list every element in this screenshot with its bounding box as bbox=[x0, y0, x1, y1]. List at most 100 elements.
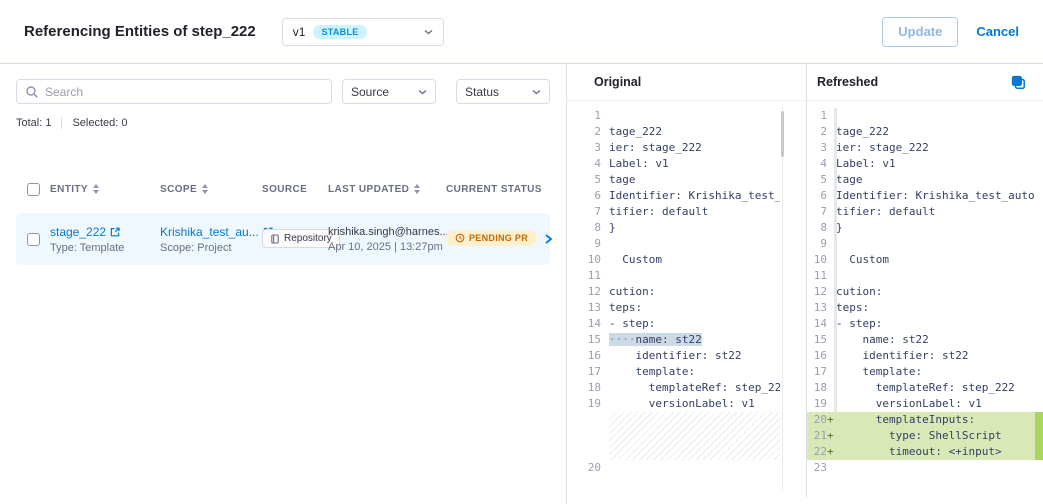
code-line: 1 bbox=[807, 108, 1035, 124]
column-scope[interactable]: SCOPE bbox=[160, 184, 262, 195]
scrollbar-thumb[interactable] bbox=[781, 111, 784, 157]
original-pane-title: Original bbox=[594, 75, 641, 89]
code-line: 2tage_222 bbox=[567, 124, 780, 140]
repository-icon bbox=[270, 234, 280, 244]
line-number: 15 bbox=[567, 332, 601, 348]
line-number: 21 bbox=[807, 428, 827, 444]
diff-plus-marker bbox=[601, 236, 609, 252]
diff-plus-marker bbox=[601, 364, 609, 380]
source-filter-dropdown[interactable]: Source bbox=[342, 79, 436, 104]
code-text: Custom bbox=[609, 252, 780, 268]
code-text: templateRef: step_222 bbox=[609, 380, 780, 396]
status-filter-dropdown[interactable]: Status bbox=[456, 79, 550, 104]
code-line: 7tifier: default bbox=[807, 204, 1035, 220]
line-number: 20 bbox=[567, 460, 601, 476]
code-line: 20 bbox=[567, 460, 780, 476]
code-text: teps: bbox=[836, 300, 1035, 316]
header-actions: Update Cancel bbox=[882, 17, 1019, 47]
code-line: 8} bbox=[807, 220, 1035, 236]
row-checkbox[interactable] bbox=[27, 233, 40, 246]
external-link-icon[interactable] bbox=[110, 227, 120, 237]
code-text: templateInputs: bbox=[836, 412, 1035, 428]
refreshed-code-editor[interactable]: 12tage_2223ier: stage_2224Label: v15tage… bbox=[807, 101, 1043, 497]
search-box[interactable] bbox=[16, 79, 332, 104]
search-input[interactable] bbox=[45, 85, 323, 99]
table-header: ENTITY SCOPE SOURCE LAST UPDATED CURRENT… bbox=[16, 181, 550, 197]
diff-plus-marker bbox=[601, 124, 609, 140]
diff-plus-marker bbox=[601, 300, 609, 316]
diff-refreshed-pane: Refreshed 12tage_2223ier: stage_2224Labe… bbox=[807, 64, 1043, 497]
update-button[interactable]: Update bbox=[882, 17, 958, 47]
column-entity[interactable]: ENTITY bbox=[50, 184, 160, 195]
page-title: Referencing Entities of step_222 bbox=[24, 23, 256, 40]
line-number: 9 bbox=[567, 236, 601, 252]
code-text: name: st22 bbox=[836, 332, 1035, 348]
diff-added-marker bbox=[1035, 412, 1043, 460]
original-pane-header: Original bbox=[567, 64, 806, 101]
code-text: tifier: default bbox=[836, 204, 1035, 220]
original-code-editor[interactable]: 12tage_2223ier: stage_2224Label: v15tage… bbox=[567, 101, 806, 497]
code-line: 19 versionLabel: v1 bbox=[567, 396, 780, 412]
yaml-diff-view: Original 12tage_2223ier: stage_2224Label… bbox=[566, 64, 1043, 504]
version-value: v1 bbox=[293, 25, 306, 39]
diff-plus-marker bbox=[601, 172, 609, 188]
code-line: 6Identifier: Krishika_test_auto bbox=[807, 188, 1035, 204]
line-number: 19 bbox=[807, 396, 827, 412]
copy-button[interactable] bbox=[1011, 75, 1026, 90]
code-line: 23 bbox=[807, 460, 1035, 476]
cancel-button[interactable]: Cancel bbox=[976, 24, 1019, 39]
diff-plus-marker bbox=[601, 284, 609, 300]
line-number: 13 bbox=[807, 300, 827, 316]
copy-icon bbox=[1011, 75, 1026, 90]
entity-link[interactable]: stage_222 bbox=[50, 225, 106, 239]
entity-cell: stage_222 Type: Template bbox=[50, 225, 160, 254]
header: Referencing Entities of step_222 v1 STAB… bbox=[0, 0, 1043, 64]
last-updated-cell: krishika.singh@harnes... Apr 10, 2025 | … bbox=[328, 226, 446, 253]
code-text: Label: v1 bbox=[609, 156, 780, 172]
line-number: 1 bbox=[807, 108, 827, 124]
code-line: 5tage bbox=[567, 172, 780, 188]
code-line: 1 bbox=[567, 108, 780, 124]
line-number: 2 bbox=[807, 124, 827, 140]
code-line: 9 bbox=[567, 236, 780, 252]
line-number: 12 bbox=[807, 284, 827, 300]
code-text bbox=[836, 108, 1035, 124]
code-text: tage bbox=[609, 172, 780, 188]
diff-plus-marker bbox=[601, 332, 609, 348]
diff-plus-marker bbox=[601, 220, 609, 236]
line-number bbox=[567, 412, 601, 460]
code-text: timeout: <+input> bbox=[836, 444, 1035, 460]
code-text: templateRef: step_222 bbox=[836, 380, 1035, 396]
diff-plus-marker: + bbox=[827, 444, 836, 460]
refreshed-pane-header: Refreshed bbox=[807, 64, 1043, 101]
select-all-checkbox[interactable] bbox=[27, 183, 40, 196]
code-text: identifier: st22 bbox=[609, 348, 780, 364]
updated-at: Apr 10, 2025 | 13:27pm bbox=[328, 241, 446, 253]
code-line: 4Label: v1 bbox=[807, 156, 1035, 172]
table-row[interactable]: stage_222 Type: Template Krishika_test_a… bbox=[16, 213, 550, 265]
code-text: Custom bbox=[836, 252, 1035, 268]
page-body: Source Status Total: 1 S bbox=[0, 64, 1043, 504]
code-text: cution: bbox=[836, 284, 1035, 300]
code-line: 3ier: stage_222 bbox=[807, 140, 1035, 156]
line-number: 17 bbox=[807, 364, 827, 380]
diff-plus-marker: + bbox=[827, 412, 836, 428]
code-line: 10 Custom bbox=[567, 252, 780, 268]
code-text: - step: bbox=[609, 316, 780, 332]
code-line: 2tage_222 bbox=[807, 124, 1035, 140]
chevron-down-icon bbox=[424, 29, 433, 35]
code-text bbox=[609, 460, 780, 476]
chevron-right-icon[interactable] bbox=[537, 232, 559, 246]
diff-original-pane: Original 12tage_2223ier: stage_2224Label… bbox=[567, 64, 807, 497]
code-line: 13teps: bbox=[567, 300, 780, 316]
scope-cell: Krishika_test_au... Scope: Project bbox=[160, 225, 262, 254]
scope-link[interactable]: Krishika_test_au... bbox=[160, 225, 259, 239]
line-number: 4 bbox=[567, 156, 601, 172]
diff-plus-marker bbox=[601, 204, 609, 220]
code-text: cution: bbox=[609, 284, 780, 300]
chevron-down-icon bbox=[532, 89, 541, 95]
version-selector[interactable]: v1 STABLE bbox=[282, 18, 444, 46]
code-text: tifier: default bbox=[609, 204, 780, 220]
column-last-updated[interactable]: LAST UPDATED bbox=[328, 184, 446, 195]
code-text: tage bbox=[836, 172, 1035, 188]
